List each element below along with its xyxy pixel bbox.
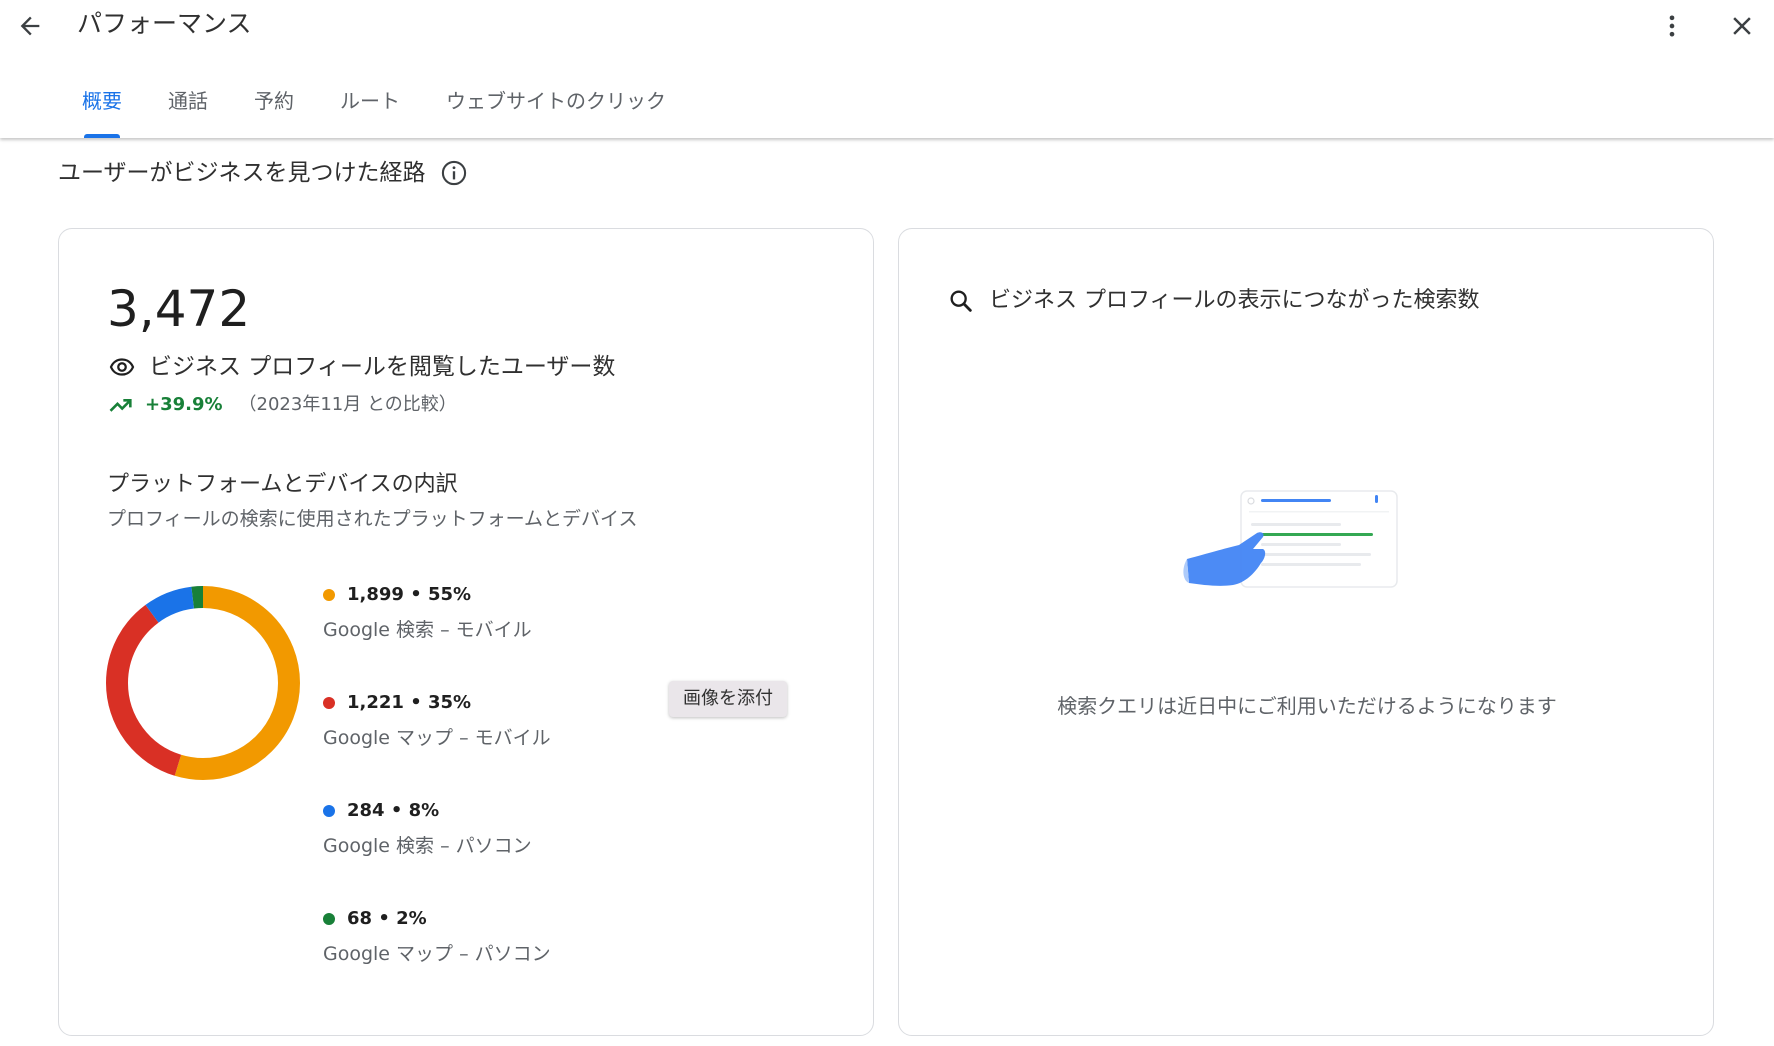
platform-donut-chart (106, 586, 300, 780)
tab-directions[interactable]: ルート (320, 80, 420, 138)
top-app-bar: パフォーマンス 概要 通話 予約 ルート ウェブサイトのクリック (0, 0, 1774, 138)
tab-bookings[interactable]: 予約 (234, 80, 314, 138)
legend-label: Google 検索 – パソコン (323, 835, 532, 857)
search-icon (950, 290, 972, 312)
views-label: ビジネス プロフィールを閲覧したユーザー数 (149, 354, 616, 380)
search-queries-header: ビジネス プロフィールの表示につながった検索数 (947, 285, 1480, 317)
views-label-row: ビジネス プロフィールを閲覧したユーザー数 (107, 351, 615, 383)
legend-item-maps-mobile: 1,221 • 35% Google マップ – モバイル (323, 689, 551, 753)
legend-label: Google 検索 – モバイル (323, 619, 532, 641)
tab-overview[interactable]: 概要 (62, 80, 142, 138)
coming-soon-message: 検索クエリは近日中にご利用いただけるようになります (1057, 694, 1557, 718)
trend-row: +39.9% （2023年11月 との比較） (107, 391, 457, 419)
back-button[interactable] (10, 6, 50, 46)
legend-value: 68 • 2% (347, 908, 427, 929)
search-queries-title: ビジネス プロフィールの表示につながった検索数 (989, 288, 1480, 313)
attach-image-tooltip: 画像を添付 (669, 681, 787, 717)
close-icon (1733, 17, 1751, 35)
legend-value: 1,899 • 55% (347, 584, 472, 605)
breakdown-subtitle: プロフィールの検索に使用されたプラットフォームとデバイス (107, 508, 638, 530)
trend-compare: （2023年11月 との比較） (238, 394, 457, 415)
close-button[interactable] (1722, 6, 1762, 46)
trend-value: +39.9% (145, 394, 223, 415)
profile-views-card: 3,472 ビジネス プロフィールを閲覧したユーザー数 +39.9% （2023… (58, 228, 874, 1036)
info-icon[interactable] (440, 159, 468, 187)
more-vert-icon (1669, 15, 1675, 37)
arrow-back-icon (20, 16, 40, 36)
legend-item-maps-desktop: 68 • 2% Google マップ – パソコン (323, 905, 551, 969)
section-title: ユーザーがビジネスを見つけた経路 (58, 156, 468, 190)
search-results-illustration (1183, 490, 1398, 588)
page-title: パフォーマンス (77, 9, 252, 38)
total-views-value: 3,472 (107, 280, 251, 338)
breakdown-title: プラットフォームとデバイスの内訳 (107, 472, 458, 497)
legend-dot-orange (323, 589, 335, 601)
search-queries-card: ビジネス プロフィールの表示につながった検索数 検索クエリは近日中にご利用いただ… (898, 228, 1714, 1036)
legend-value: 284 • 8% (347, 800, 440, 821)
tab-website-clicks[interactable]: ウェブサイトのクリック (426, 80, 686, 138)
more-options-button[interactable] (1652, 6, 1692, 46)
tab-bar: 概要 通話 予約 ルート ウェブサイトのクリック (62, 80, 692, 138)
legend-value: 1,221 • 35% (347, 692, 472, 713)
legend-dot-blue (323, 805, 335, 817)
legend-item-search-desktop: 284 • 8% Google 検索 – パソコン (323, 797, 532, 861)
eye-icon (109, 358, 135, 376)
legend-item-search-mobile: 1,899 • 55% Google 検索 – モバイル (323, 581, 532, 645)
legend-dot-green (323, 913, 335, 925)
legend-dot-red (323, 697, 335, 709)
tab-calls[interactable]: 通話 (148, 80, 228, 138)
legend-label: Google マップ – モバイル (323, 727, 551, 749)
legend-label: Google マップ – パソコン (323, 943, 551, 965)
section-title-text: ユーザーがビジネスを見つけた経路 (58, 160, 426, 186)
trending-up-icon (109, 399, 132, 412)
